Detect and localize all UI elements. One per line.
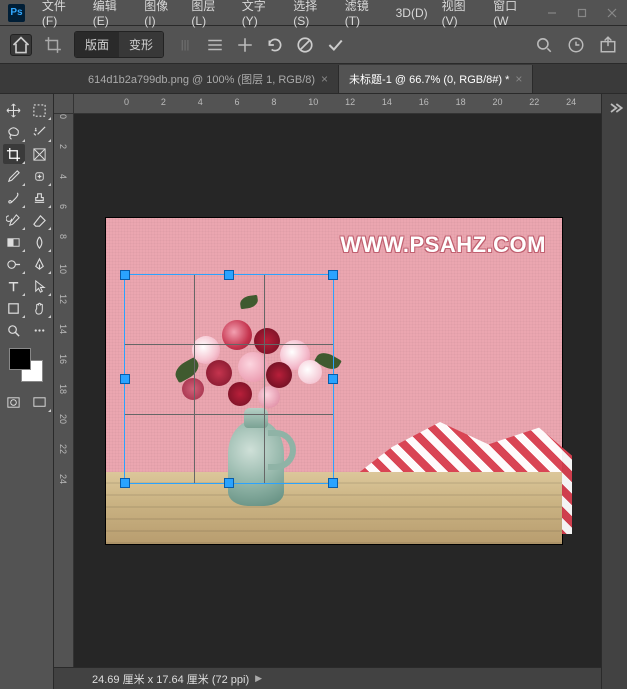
healing-tool[interactable] bbox=[29, 166, 51, 186]
menu-filter[interactable]: 滤镜(T) bbox=[338, 0, 389, 31]
toolbox bbox=[0, 94, 54, 689]
window-close-button[interactable] bbox=[597, 2, 627, 24]
canvas-viewport[interactable]: WWW.PSAHZ.COM bbox=[54, 94, 601, 689]
hand-tool[interactable] bbox=[29, 298, 51, 318]
zoom-tool[interactable] bbox=[3, 320, 25, 340]
wooden-table-image bbox=[106, 472, 562, 544]
shape-tool[interactable] bbox=[3, 298, 25, 318]
history-icon[interactable] bbox=[567, 36, 585, 54]
menu-window[interactable]: 窗口(W bbox=[486, 0, 537, 31]
workspace: WWW.PSAHZ.COM bbox=[0, 94, 627, 689]
menu-select[interactable]: 选择(S) bbox=[286, 0, 338, 31]
close-icon[interactable]: × bbox=[515, 72, 522, 86]
panel-collapse-icon[interactable] bbox=[607, 100, 623, 116]
canvas-area[interactable]: WWW.PSAHZ.COM bbox=[74, 114, 601, 689]
type-tool[interactable] bbox=[3, 276, 25, 296]
document-dimensions: 24.69 厘米 x 17.64 厘米 (72 ppi) bbox=[92, 671, 249, 687]
menu-file[interactable]: 文件(F) bbox=[35, 0, 86, 31]
more-tools[interactable] bbox=[29, 320, 51, 340]
document-tab-bar: 614d1b2a799db.png @ 100% (图层 1, RGB/8)× … bbox=[0, 64, 627, 94]
screen-mode-toggle[interactable] bbox=[29, 392, 51, 412]
dodge-tool[interactable] bbox=[3, 254, 25, 274]
frame-tool[interactable] bbox=[29, 144, 51, 164]
window-minimize-button[interactable] bbox=[537, 2, 567, 24]
ruler-corner bbox=[54, 94, 74, 114]
align-icon[interactable] bbox=[206, 36, 224, 54]
status-bar: 24.69 厘米 x 17.64 厘米 (72 ppi) ▶ bbox=[54, 667, 601, 689]
document-tab-2[interactable]: 未标题-1 @ 66.7% (0, RGB/8#) * × bbox=[339, 65, 533, 93]
menu-image[interactable]: 图像(I) bbox=[137, 0, 184, 31]
grid-icon[interactable] bbox=[236, 36, 254, 54]
eyedropper-tool[interactable] bbox=[3, 166, 25, 186]
home-icon bbox=[11, 35, 31, 55]
crop-tool-icon[interactable] bbox=[44, 36, 62, 54]
share-icon[interactable] bbox=[599, 36, 617, 54]
seg-layout[interactable]: 版面 bbox=[75, 32, 119, 57]
app-logo: Ps bbox=[8, 4, 25, 22]
artboard[interactable]: WWW.PSAHZ.COM bbox=[106, 218, 562, 544]
lasso-tool[interactable] bbox=[3, 122, 25, 142]
cancel-icon[interactable] bbox=[296, 36, 314, 54]
home-button[interactable] bbox=[10, 34, 32, 56]
mode-segment: 版面 变形 bbox=[74, 31, 164, 58]
ruler-vertical bbox=[54, 114, 74, 689]
path-select-tool[interactable] bbox=[29, 276, 51, 296]
pen-tool[interactable] bbox=[29, 254, 51, 274]
options-bar: 版面 变形 ||| bbox=[0, 26, 627, 64]
window-maximize-button[interactable] bbox=[567, 2, 597, 24]
menu-view[interactable]: 视图(V) bbox=[435, 0, 487, 31]
foreground-color-swatch[interactable] bbox=[9, 348, 31, 370]
window-controls bbox=[537, 2, 627, 24]
tab-label: 未标题-1 @ 66.7% (0, RGB/8#) * bbox=[349, 71, 509, 87]
marquee-tool[interactable] bbox=[29, 100, 51, 120]
close-icon[interactable]: × bbox=[321, 72, 328, 86]
menu-edit[interactable]: 编辑(E) bbox=[86, 0, 138, 31]
color-swatches[interactable] bbox=[9, 348, 45, 384]
gradient-tool[interactable] bbox=[3, 232, 25, 252]
right-panel-collapsed[interactable] bbox=[601, 94, 627, 689]
brush-tool[interactable] bbox=[3, 188, 25, 208]
reset-icon[interactable] bbox=[266, 36, 284, 54]
vase-image bbox=[218, 394, 294, 506]
crop-tool[interactable] bbox=[3, 144, 25, 164]
stamp-tool[interactable] bbox=[29, 188, 51, 208]
seg-warp[interactable]: 变形 bbox=[119, 32, 163, 57]
blur-tool[interactable] bbox=[29, 232, 51, 252]
eraser-tool[interactable] bbox=[29, 210, 51, 230]
tab-label: 614d1b2a799db.png @ 100% (图层 1, RGB/8) bbox=[88, 71, 315, 87]
ruler-horizontal bbox=[74, 94, 601, 114]
history-brush-tool[interactable] bbox=[3, 210, 25, 230]
commit-icon[interactable] bbox=[326, 36, 344, 54]
menu-type[interactable]: 文字(Y) bbox=[235, 0, 287, 31]
document-tab-1[interactable]: 614d1b2a799db.png @ 100% (图层 1, RGB/8) × bbox=[78, 65, 339, 93]
search-icon[interactable] bbox=[535, 36, 553, 54]
title-bar: Ps 文件(F) 编辑(E) 图像(I) 图层(L) 文字(Y) 选择(S) 滤… bbox=[0, 0, 627, 26]
menu-3d[interactable]: 3D(D) bbox=[389, 3, 435, 23]
divider-icon: ||| bbox=[176, 36, 194, 54]
status-menu-arrow-icon[interactable]: ▶ bbox=[255, 673, 262, 684]
menu-layer[interactable]: 图层(L) bbox=[184, 0, 234, 31]
wand-tool[interactable] bbox=[29, 122, 51, 142]
quick-mask-toggle[interactable] bbox=[3, 392, 25, 412]
move-tool[interactable] bbox=[3, 100, 25, 120]
watermark-text: WWW.PSAHZ.COM bbox=[340, 232, 546, 258]
